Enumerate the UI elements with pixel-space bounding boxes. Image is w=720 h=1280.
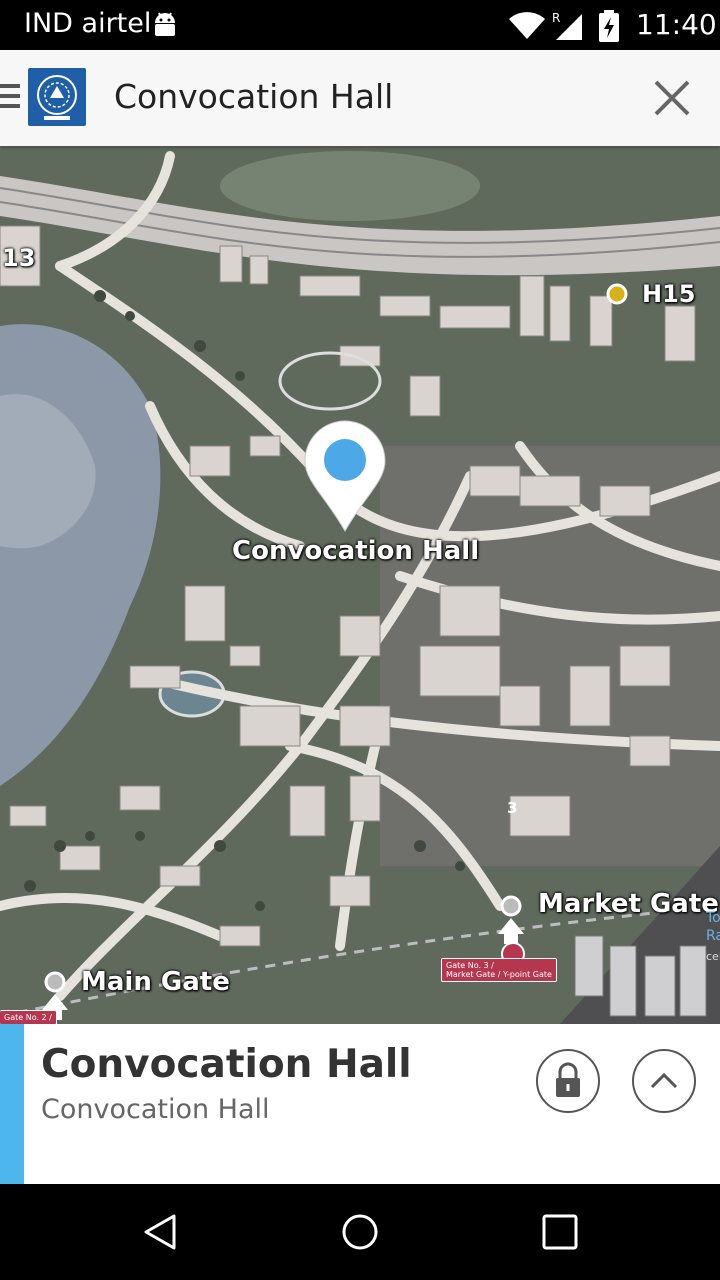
market-gate-number: 3 <box>507 799 518 817</box>
panel-accent-bar <box>0 1024 24 1184</box>
place-subtitle: Convocation Hall <box>41 1094 270 1125</box>
svg-text:R: R <box>552 11 560 25</box>
lock-button[interactable] <box>536 1049 600 1113</box>
gate-3-sign-line2: Market Gate / Y-point Gate <box>446 970 552 979</box>
gate-3-sign: Gate No. 3 / Market Gate / Y-point Gate <box>441 958 557 982</box>
chevron-up-icon <box>650 1072 678 1089</box>
page-title: Convocation Hall <box>114 77 394 116</box>
gate-3-sign-line1: Gate No. 3 / <box>446 961 494 970</box>
map-label-h15[interactable]: H15 <box>642 280 695 308</box>
signal-icon: R <box>552 11 582 40</box>
battery-charging-icon <box>599 10 619 42</box>
map-edge-text-1: To <box>706 910 720 926</box>
campus-map[interactable]: 13 H15 Convocation Hall Market Gate Main… <box>0 146 720 1024</box>
market-gate-marker-icon <box>498 895 525 966</box>
carrier-name: IND airtel <box>24 8 152 39</box>
wifi-icon <box>509 12 545 39</box>
clock: 11:40 <box>636 8 717 41</box>
system-nav-bar <box>0 1184 720 1280</box>
map-edge-text-3: cei <box>706 950 720 963</box>
place-info-panel[interactable]: Convocation Hall Convocation Hall <box>0 1024 720 1184</box>
place-title: Convocation Hall <box>41 1042 412 1087</box>
home-icon[interactable] <box>340 1212 380 1252</box>
app-bar: Convocation Hall <box>0 50 720 146</box>
gate-2-sign: Gate No. 2 / <box>0 1010 57 1024</box>
map-edge-text-2: Ra <box>706 928 720 944</box>
recents-icon[interactable] <box>541 1213 579 1251</box>
map-label-main-gate[interactable]: Main Gate <box>81 967 230 997</box>
h15-marker-icon <box>606 283 628 305</box>
gate-2-sign-line1: Gate No. 2 / <box>4 1013 52 1022</box>
lock-icon <box>556 1062 580 1097</box>
map-label-market-gate[interactable]: Market Gate <box>538 889 719 919</box>
hamburger-icon[interactable] <box>0 84 20 112</box>
map-label-h13: 13 <box>2 244 36 272</box>
status-bar: IND airtel R 11:40 <box>0 0 720 50</box>
map-label-convocation-hall[interactable]: Convocation Hall <box>232 536 479 566</box>
expand-button[interactable] <box>632 1049 696 1113</box>
back-icon[interactable] <box>140 1212 180 1252</box>
android-icon <box>155 12 175 36</box>
institute-logo[interactable] <box>28 68 86 126</box>
close-icon[interactable] <box>650 76 694 120</box>
